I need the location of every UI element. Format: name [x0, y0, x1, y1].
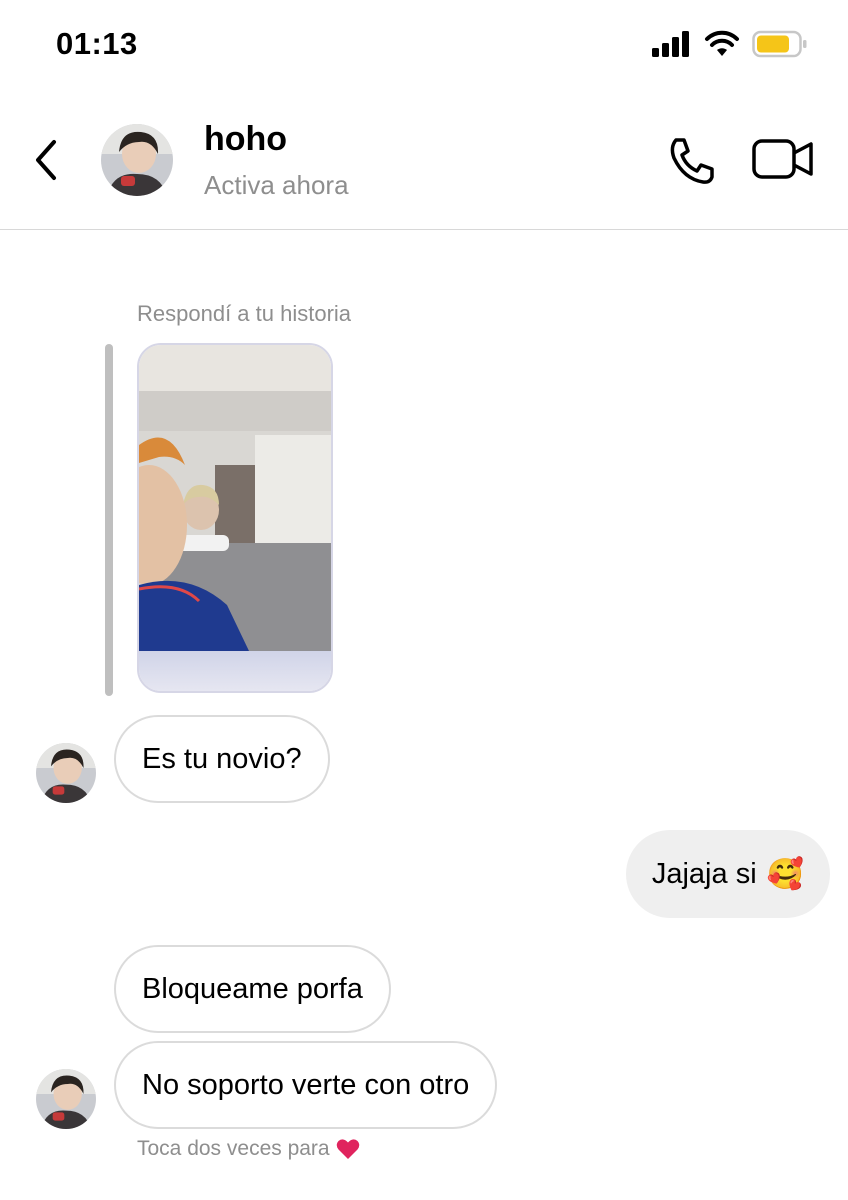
phone-icon[interactable]	[666, 136, 718, 186]
double-tap-hint: Toca dos veces para	[137, 1137, 360, 1161]
outgoing-message[interactable]: Jajaja si 🥰	[625, 830, 830, 918]
reply-indicator-bar	[105, 344, 113, 696]
sender-avatar[interactable]	[36, 743, 96, 803]
cellular-signal-icon	[652, 31, 689, 57]
video-camera-icon[interactable]	[752, 138, 814, 180]
incoming-message[interactable]: Bloqueame porfa	[114, 945, 391, 1033]
smiling-hearts-emoji: 🥰	[766, 857, 804, 891]
battery-icon	[752, 30, 807, 58]
back-chevron-icon[interactable]	[30, 138, 64, 182]
message-text: No soporto verte con otro	[142, 1068, 470, 1101]
hint-text: Toca dos veces para	[137, 1137, 330, 1160]
status-time: 01:13	[56, 26, 138, 61]
message-text: Bloqueame porfa	[142, 972, 363, 1005]
incoming-message[interactable]: No soporto verte con otro	[114, 1041, 498, 1129]
active-status: Activa ahora	[204, 170, 349, 200]
contact-avatar[interactable]	[101, 124, 173, 196]
header-divider	[0, 229, 848, 230]
story-reply-caption: Respondí a tu historia	[137, 301, 352, 326]
sender-avatar[interactable]	[36, 1069, 96, 1129]
heart-icon	[336, 1139, 359, 1159]
message-text: Jajaja si	[651, 857, 757, 890]
wifi-icon	[705, 30, 739, 56]
status-icons	[652, 30, 808, 58]
contact-name[interactable]: hoho	[204, 120, 287, 159]
incoming-message[interactable]: Es tu novio?	[114, 715, 330, 803]
story-thumbnail[interactable]	[137, 343, 333, 693]
message-text: Es tu novio?	[142, 742, 302, 775]
